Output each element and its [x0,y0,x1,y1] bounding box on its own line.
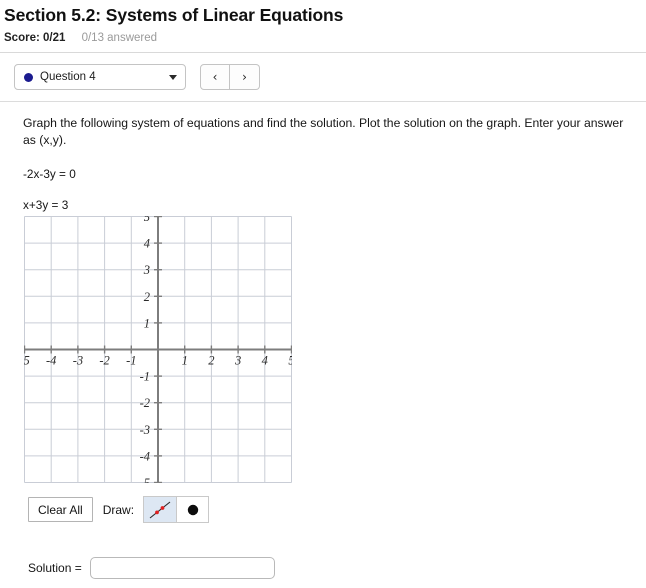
y-tick-label: -5 [140,476,150,483]
next-question-button[interactable]: › [230,64,260,90]
graph-canvas[interactable]: -5 -4 -3 -2 -1 1 2 3 4 5 5 4 3 2 1 -1 -2 -3 -4 -5 [24,216,292,483]
solution-row: Solution = [28,557,275,579]
question-bar-divider [0,101,646,102]
solution-input[interactable] [89,557,275,579]
x-tick-label: 2 [208,354,214,368]
question-select[interactable]: Question 4 [14,64,186,90]
score-value: Score: 0/21 [4,32,66,44]
question-prompt: Graph the following system of equations … [23,116,624,147]
y-tick-label: 5 [144,216,150,224]
question-status-dot-icon [24,72,33,82]
page-title: Section 5.2: Systems of Linear Equations [4,5,344,25]
previous-question-button[interactable]: ‹ [200,64,230,90]
question-select-label: Question 4 [40,71,96,83]
y-tick-label: 2 [144,290,150,304]
draw-label: Draw: [102,502,135,517]
y-tick-label: -3 [140,423,150,437]
clear-all-button[interactable]: Clear All [28,497,93,522]
score-row: Score: 0/21 0/13 answered [4,31,646,45]
x-tick-label: 4 [262,354,268,368]
x-tick-label: 1 [182,354,188,368]
draw-toolbar: Clear All Draw: [28,496,210,523]
equation-2: x+3y = 3 [23,198,69,212]
point-tool-button[interactable] [176,497,208,522]
y-tick-label: -1 [140,370,150,384]
coordinate-plane[interactable]: -5 -4 -3 -2 -1 1 2 3 4 5 5 4 3 2 1 -1 -2 -3 -4 -5 [24,216,292,483]
x-tick-label: -3 [73,354,83,368]
header-divider [0,52,646,53]
chevron-down-icon [169,74,177,80]
x-tick-label: -1 [126,354,136,368]
x-tick-label: 5 [288,354,292,368]
equation-1: -2x-3y = 0 [23,167,76,181]
x-tick-label: -2 [99,354,109,368]
x-tick-label: -4 [46,354,56,368]
y-tick-label: -4 [140,449,150,463]
draw-tool-group [143,496,210,523]
solution-label: Solution = [28,561,82,575]
line-segment-icon [149,501,171,518]
line-tool-button[interactable] [144,497,177,522]
y-tick-label: 3 [143,263,150,277]
y-tick-label: 1 [144,316,150,330]
question-nav-group: ‹ › [200,64,260,90]
y-tick-label: -2 [140,396,150,410]
filled-dot-icon [187,504,198,515]
x-tick-label: -5 [24,354,30,368]
y-tick-label: 4 [144,237,150,251]
answered-count: 0/13 answered [81,32,158,44]
x-tick-label: 3 [234,354,241,368]
question-navigation-bar: Question 4 ‹ › [14,63,646,91]
